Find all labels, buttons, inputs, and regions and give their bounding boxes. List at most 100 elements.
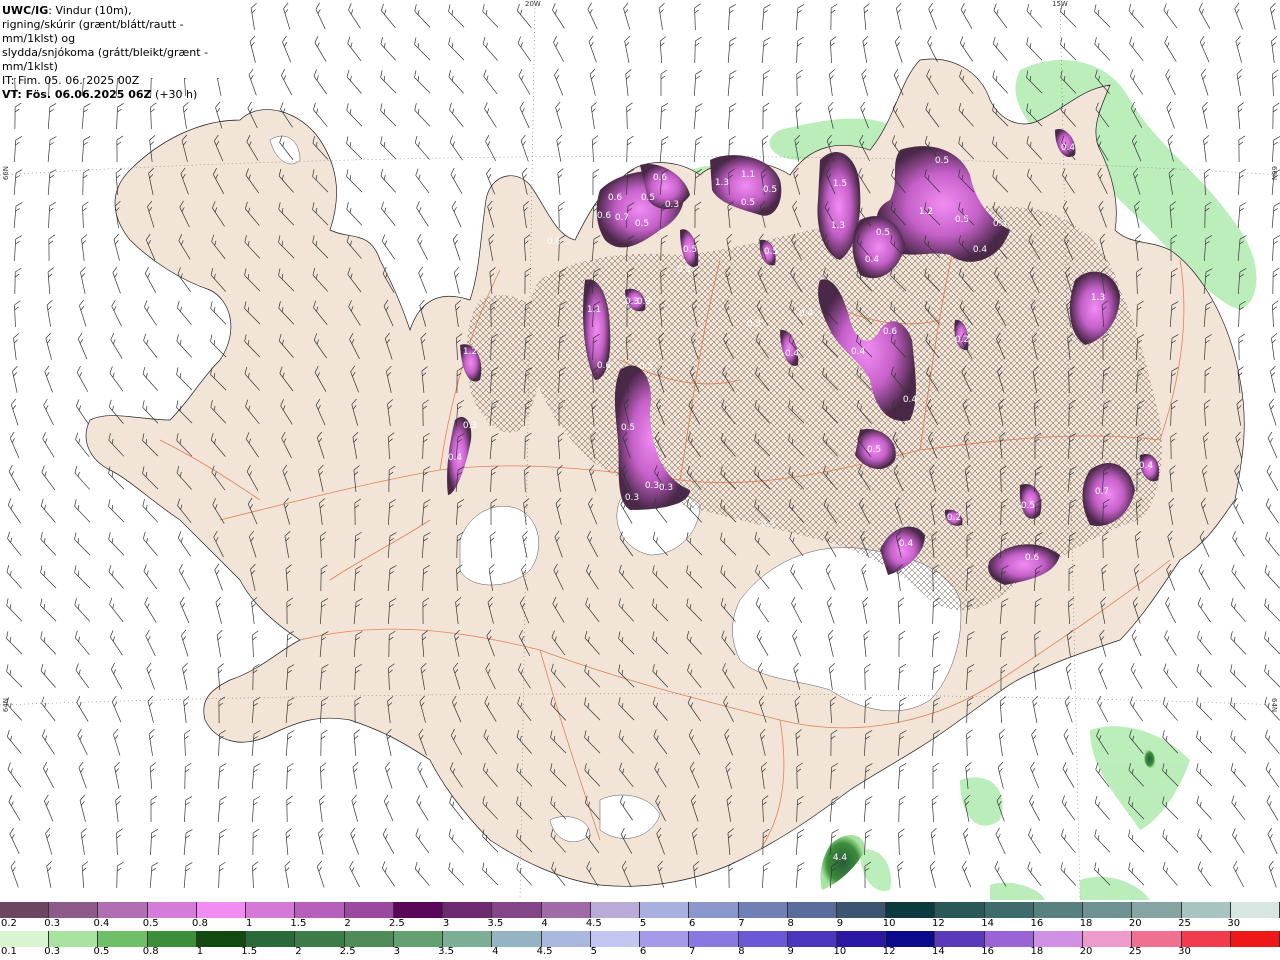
precip-value-label: 0.5	[763, 185, 777, 195]
rain-scale-ticks: 0.1 0.3 0.5 0.8 1 1.5 2 2.5 3 3.5 4 4.5 5 6 7 8 9 10 12 14 1…	[0, 946, 1280, 960]
coord-15w: 15W	[1052, 0, 1068, 8]
precip-value-label: 0.6	[883, 327, 898, 337]
precip-value-label: 0.3	[463, 421, 477, 431]
rain-color-scale	[0, 931, 1280, 947]
legend-tick: 3.5	[487, 918, 504, 929]
coord-20w: 20W	[525, 0, 541, 8]
legend-tick: 5	[639, 918, 647, 929]
legend-swatch	[836, 931, 887, 947]
legend-tick: 12	[932, 918, 945, 929]
legend-tick: 0.5	[142, 918, 159, 929]
precip-value-label: 0.5	[677, 265, 691, 275]
legend-swatch	[541, 902, 591, 918]
legend-swatch	[640, 902, 690, 918]
legend-tick: 20	[1128, 918, 1142, 929]
coord-66n-right: 66N	[1270, 166, 1278, 181]
precip-value-label: 0.4	[851, 347, 866, 357]
legend-swatch	[443, 902, 493, 918]
legend-swatch	[98, 902, 148, 918]
precip-value-label: 0.6	[653, 173, 668, 183]
precip-value-label: 1.1	[741, 170, 755, 180]
precip-value-label: 0.3	[993, 219, 1007, 229]
precip-value-label: 0.6	[1025, 553, 1040, 563]
precip-value-label: 0.3	[625, 493, 639, 503]
legend-tick: 5	[590, 946, 597, 957]
legend-swatch	[1083, 902, 1133, 918]
precip-value-label: 0.4	[903, 395, 918, 405]
legend-swatch	[0, 931, 50, 947]
legend-swatch	[935, 902, 985, 918]
legend-swatch	[246, 931, 296, 947]
legend-tick: 0.1	[1, 946, 17, 957]
snow-scale-ticks: 0.2 0.3 0.4 0.5 0.8 1 1.5 2 2.5 3 3.5 4 4.5 5 6 7 8 9 10 12…	[0, 918, 1280, 932]
precip-value-label: 0.5	[935, 156, 949, 166]
legend-swatch	[492, 902, 542, 918]
precip-value-label: 0.5	[641, 193, 655, 203]
legend-swatch	[98, 931, 148, 947]
precip-value-label: 0.6	[608, 193, 623, 203]
coord-64n-left: 64N	[2, 698, 10, 713]
precip-value-label: 1.3	[715, 178, 729, 188]
precip-value-label: 0.6	[547, 237, 562, 247]
legend-tick: 2.5	[339, 946, 356, 957]
legend-swatch	[984, 931, 1034, 947]
precip-value-label: 0.4	[448, 453, 463, 463]
legend-tick: 0.2	[1, 918, 17, 929]
legend-swatch	[640, 931, 690, 947]
legend-tick: 4	[541, 918, 548, 929]
legend-tick: 0.8	[142, 946, 159, 957]
legend-swatch	[787, 902, 837, 918]
precip-value-label: 0.5	[867, 445, 881, 455]
legend-swatch	[295, 902, 345, 918]
legend-tick: 0.5	[93, 946, 110, 957]
initial-time: IT: Fim. 05. 06. 2025 00Z	[2, 74, 140, 87]
legend-swatch	[0, 902, 50, 918]
legend-tick: 1.5	[241, 946, 258, 957]
precip-value-label: 0.2	[947, 513, 961, 523]
legend-tick: 25	[1128, 946, 1142, 957]
precip-value-label: 1.3	[1091, 293, 1105, 303]
legend-tick: 9	[787, 946, 794, 957]
legend-tick: 18	[1030, 946, 1044, 957]
legend-tick: 12	[882, 946, 896, 957]
precip-value-label: 0.6	[597, 361, 612, 371]
legend-swatch	[49, 902, 99, 918]
legend-tick: 4	[492, 946, 499, 957]
legend-swatch	[1181, 931, 1231, 947]
precip-value-label: 1.3	[831, 221, 845, 231]
precip-value-label: 0.3	[665, 200, 679, 210]
legend-tick: 16	[1030, 918, 1044, 929]
legend-swatch	[492, 931, 542, 947]
precip-value-label: 0.5	[639, 362, 653, 372]
title-desc: : Vindur (10m),	[48, 4, 132, 17]
precip-value-label: 0.4	[1139, 461, 1154, 471]
precip-value-label: 1.2	[463, 347, 477, 357]
legend-swatch	[1132, 931, 1182, 947]
precip-value-label: 0.3	[747, 319, 761, 329]
legend-swatch	[738, 931, 788, 947]
legend-tick: 4.5	[585, 918, 602, 929]
precip-value-label: 1.2	[919, 207, 933, 217]
legend-swatch	[1132, 902, 1182, 918]
legend-swatch	[590, 902, 641, 918]
precip-value-label: 0.7	[1095, 487, 1109, 497]
precip-value-label: 1.1	[587, 305, 601, 315]
precip-value-label: 0.6	[597, 211, 612, 221]
legend-swatch	[147, 931, 197, 947]
legend-swatch	[147, 902, 197, 918]
legend-tick: 14	[981, 918, 994, 929]
map-title: UWC/IG	[2, 4, 49, 17]
legend-tick: 8	[738, 946, 745, 957]
legend-swatch	[836, 902, 887, 918]
legend-swatch	[196, 931, 247, 947]
legend-swatch	[443, 931, 493, 947]
legend-tick: 20	[1079, 946, 1093, 957]
precip-value-label: 0.4	[899, 539, 914, 549]
snow-color-scale	[0, 902, 1280, 918]
weather-map: 1.3 1.1 0.5 0.5 1.5 1.3 0.5 1.2 0.5 0.3 0.5 0.4 0.4 0…	[0, 0, 1280, 900]
legend-tick: 10	[833, 946, 847, 957]
legend-tick: 18	[1079, 918, 1093, 929]
legend-tick: 6	[689, 918, 696, 929]
precip-value-label: 0.4	[973, 245, 988, 255]
info-box: UWC/IG: Vindur (10m), rigning/skúrir (gr…	[0, 0, 238, 101]
